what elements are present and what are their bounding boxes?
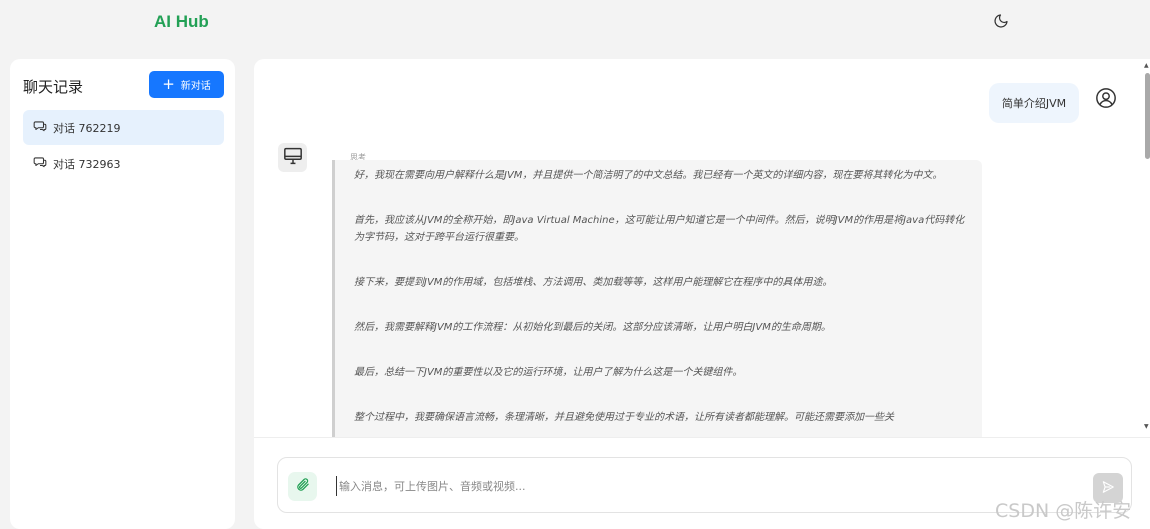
thinking-paragraph: 整个过程中，我要确保语言流畅，条理清晰，并且避免使用过于专业的术语，让所有读者都… xyxy=(354,412,894,423)
conversation-item[interactable]: 对话 762219 xyxy=(23,110,224,145)
moon-icon[interactable] xyxy=(990,10,1012,32)
user-avatar-icon xyxy=(1095,87,1117,109)
conversation-list: 对话 762219 对话 732963 xyxy=(23,110,224,182)
attach-button[interactable] xyxy=(288,472,317,501)
divider xyxy=(254,437,1150,438)
chat-bubble-icon xyxy=(33,155,47,172)
send-icon xyxy=(1101,479,1115,498)
conversation-item[interactable]: 对话 732963 xyxy=(23,146,224,181)
scroll-down-arrow-icon[interactable]: ▼ xyxy=(1144,423,1149,430)
new-chat-label: 新对话 xyxy=(180,81,211,92)
watermark: CSDN @陈许安 xyxy=(995,500,1132,522)
message-input[interactable] xyxy=(336,476,1056,496)
conversation-label: 对话 732963 xyxy=(53,157,121,171)
paperclip-icon xyxy=(295,477,310,496)
scrollbar[interactable]: ▲ ▼ xyxy=(1144,59,1150,437)
monitor-icon xyxy=(283,147,303,169)
app-logo: AI Hub xyxy=(154,12,209,31)
thinking-block: 好，我现在需要向用户解释什么是JVM，并且提供一个简洁明了的中文总结。我已经有一… xyxy=(332,160,982,437)
conversation-label: 对话 762219 xyxy=(53,121,121,135)
bot-avatar xyxy=(278,143,307,172)
new-chat-button[interactable]: + 新对话 xyxy=(149,71,224,98)
thinking-paragraph: 然后，我需要解释JVM的工作流程：从初始化到最后的关闭。这部分应该清晰，让用户明… xyxy=(354,322,831,333)
thinking-paragraph: 首先，我应该从JVM的全称开始，即Java Virtual Machine，这可… xyxy=(354,215,965,243)
thinking-paragraph: 接下来，要提到JVM的作用域，包括堆栈、方法调用、类加载等等，这样用户能理解它在… xyxy=(354,277,833,288)
message-area[interactable]: 简单介绍JVM 思考 好，我现在需要向用户解释什么是JVM，并且提供一个简洁明了… xyxy=(254,59,1150,437)
scroll-thumb[interactable] xyxy=(1145,73,1150,159)
chat-bubble-icon xyxy=(33,119,47,136)
thinking-paragraph: 好，我现在需要向用户解释什么是JVM，并且提供一个简洁明了的中文总结。我已经有一… xyxy=(354,170,943,181)
thinking-paragraph: 最后，总结一下JVM的重要性以及它的运行环境，让用户了解为什么这是一个关键组件。 xyxy=(354,367,743,378)
scroll-up-arrow-icon[interactable]: ▲ xyxy=(1144,62,1149,69)
plus-icon: + xyxy=(162,75,175,93)
user-message-bubble: 简单介绍JVM xyxy=(989,83,1079,123)
chat-panel: 简单介绍JVM 思考 好，我现在需要向用户解释什么是JVM，并且提供一个简洁明了… xyxy=(254,59,1150,529)
top-header: AI Hub xyxy=(0,0,1150,48)
sidebar: 聊天记录 + 新对话 对话 762219 对话 732963 xyxy=(10,59,235,529)
sidebar-title: 聊天记录 xyxy=(23,78,84,96)
